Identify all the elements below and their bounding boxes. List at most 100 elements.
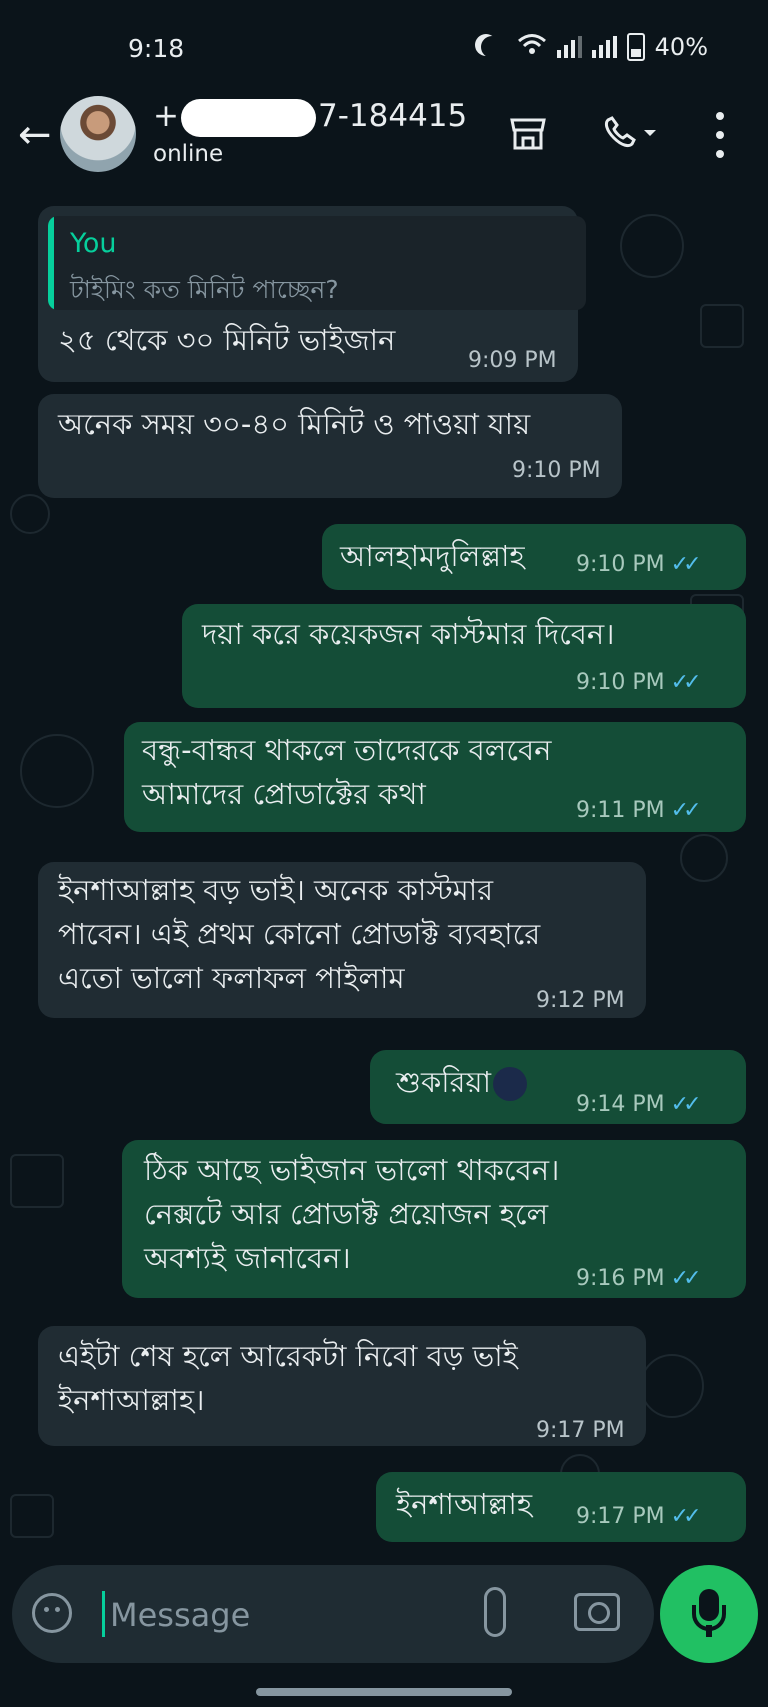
contact-name-prefix: + — [153, 98, 179, 134]
chat-header: ← +7-184415 online — [0, 96, 768, 194]
message-time: 9:10 PM — [512, 458, 601, 483]
message-text: বন্ধু-বান্ধব থাকলে তাদেরকে বলবেন আমাদের প… — [142, 728, 551, 816]
message-line: অনেক সময় ৩০-৪০ মিনিট ও পাওয়া যায় — [58, 407, 531, 441]
sticker-icon[interactable] — [32, 1593, 72, 1633]
message-text: এইটা শেষ হলে আরেকটা নিবো বড় ভাই ইনশাআল্ল… — [58, 1334, 518, 1422]
message-line: ইনশাআল্লাহ। — [58, 1383, 205, 1417]
message-line: আমাদের প্রোডাক্টের কথা — [142, 777, 426, 811]
read-receipt-icon: ✓✓ — [670, 1092, 702, 1117]
message-line: ইনশাআল্লাহ — [396, 1487, 533, 1521]
background-doodle — [10, 1154, 64, 1208]
read-receipt-icon: ✓✓ — [670, 670, 702, 695]
do-not-disturb-icon — [481, 36, 503, 58]
background-doodle — [700, 304, 744, 348]
chat-area[interactable]: You টাইমিং কত মিনিট পাচ্ছেন? ২৫ থেকে ৩০ মি… — [0, 194, 768, 1564]
background-doodle — [10, 1494, 54, 1538]
message-line: নেক্সটে আর প্রোডাক্ট প্রয়োজন হলে — [144, 1197, 549, 1231]
status-bar: 9:18 40% — [0, 0, 768, 96]
message-line: এইটা শেষ হলে আরেকটা নিবো বড় ভাই — [58, 1339, 518, 1373]
message-line-wrap: শুকরিয়া — [396, 1060, 527, 1104]
message-text: আলহামদুলিল্লাহ — [340, 534, 525, 578]
message-line: এতো ভালো ফলাফল পাইলাম — [58, 961, 405, 995]
outgoing-message[interactable]: শুকরিয়া 9:14 PM ✓✓ — [370, 1050, 746, 1124]
background-doodle — [20, 734, 94, 808]
read-receipt-icon: ✓✓ — [670, 1504, 702, 1529]
message-meta: 9:10 PM ✓✓ — [576, 670, 702, 695]
home-indicator[interactable] — [256, 1688, 512, 1696]
message-time: 9:10 PM — [576, 670, 665, 695]
contact-name[interactable]: +7-184415 — [153, 98, 467, 137]
message-text: অনেক সময় ৩০-৪০ মিনিট ও পাওয়া যায় — [58, 402, 530, 446]
message-meta: 9:17 PM — [536, 1418, 625, 1443]
background-doodle — [640, 1354, 704, 1418]
message-text: ২৫ থেকে ৩০ মিনিট ভাইজান — [58, 318, 395, 362]
shop-icon[interactable] — [508, 114, 548, 154]
outgoing-message[interactable]: আলহামদুলিল্লাহ 9:10 PM ✓✓ — [322, 524, 746, 590]
message-line: বন্ধু-বান্ধব থাকলে তাদেরকে বলবেন — [142, 733, 552, 767]
message-meta: 9:10 PM ✓✓ — [576, 552, 702, 577]
quoted-text: টাইমিং কত মিনিট পাচ্ছেন? — [70, 275, 339, 304]
message-text: ইনশাআল্লাহ বড় ভাই। অনেক কাস্টমার পাবেন। … — [58, 868, 540, 1000]
battery-percent: 40% — [654, 33, 708, 61]
contact-status: online — [153, 141, 224, 167]
read-receipt-icon: ✓✓ — [670, 798, 702, 823]
message-time: 9:11 PM — [576, 798, 665, 823]
avatar[interactable] — [60, 96, 136, 172]
arrow-left-icon[interactable]: ← — [18, 112, 52, 158]
message-text: ঠিক আছে ভাইজান ভালো থাকবেন। নেক্সটে আর প্… — [144, 1148, 559, 1280]
background-doodle — [10, 494, 50, 534]
message-line: আলহামদুলিল্লাহ — [340, 539, 525, 573]
message-meta: 9:17 PM ✓✓ — [576, 1504, 702, 1529]
message-time: 9:12 PM — [536, 988, 625, 1013]
message-input[interactable] — [108, 1587, 452, 1643]
incoming-message[interactable]: অনেক সময় ৩০-৪০ মিনিট ও পাওয়া যায় 9:10 … — [38, 394, 622, 498]
outgoing-message[interactable]: ঠিক আছে ভাইজান ভালো থাকবেন। নেক্সটে আর প্… — [122, 1140, 746, 1298]
background-doodle — [620, 214, 684, 278]
incoming-message[interactable]: এইটা শেষ হলে আরেকটা নিবো বড় ভাই ইনশাআল্ল… — [38, 1326, 646, 1446]
background-doodle — [680, 834, 728, 882]
message-line: ইনশাআল্লাহ বড় ভাই। অনেক কাস্টমার — [58, 873, 494, 907]
call-icon[interactable] — [600, 114, 660, 154]
message-line: ঠিক আছে ভাইজান ভালো থাকবেন। — [144, 1153, 560, 1187]
message-time: 9:16 PM — [576, 1266, 665, 1291]
text-caret — [102, 1591, 105, 1637]
outgoing-message[interactable]: বন্ধু-বান্ধব থাকলে তাদেরকে বলবেন আমাদের প… — [124, 722, 746, 832]
battery-icon — [626, 33, 645, 61]
quoted-author: You — [70, 228, 117, 259]
message-line: অবশ্যই জানাবেন। — [144, 1241, 351, 1275]
quoted-message[interactable]: You টাইমিং কত মিনিট পাচ্ছেন? — [48, 216, 586, 310]
message-line: পাবেন। এই প্রথম কোনো প্রোডাক্ট ব্যবহারে — [58, 917, 541, 951]
incoming-message[interactable]: ইনশাআল্লাহ বড় ভাই। অনেক কাস্টমার পাবেন। … — [38, 862, 646, 1018]
message-text: ইনশাআল্লাহ — [396, 1482, 532, 1526]
outgoing-message[interactable]: ইনশাআল্লাহ 9:17 PM ✓✓ — [376, 1472, 746, 1542]
message-meta: 9:14 PM ✓✓ — [576, 1092, 702, 1117]
message-composer — [12, 1565, 654, 1663]
camera-icon[interactable] — [574, 1593, 620, 1631]
mic-button[interactable] — [660, 1565, 758, 1663]
incoming-message[interactable]: You টাইমিং কত মিনিট পাচ্ছেন? ২৫ থেকে ৩০ মি… — [38, 206, 586, 382]
message-time: 9:14 PM — [576, 1092, 665, 1117]
message-time: 9:10 PM — [576, 552, 665, 577]
message-time: 9:09 PM — [468, 348, 557, 373]
message-time: 9:17 PM — [536, 1418, 625, 1443]
paperclip-icon[interactable] — [484, 1587, 506, 1637]
message-line: শুকরিয়া — [396, 1065, 491, 1099]
status-icons: 40% — [473, 32, 708, 62]
message-text: দয়া করে কয়েকজন কাস্টমার দিবেন। — [202, 612, 615, 656]
message-text: শুকরিয়া — [396, 1060, 527, 1104]
message-meta: 9:10 PM — [512, 458, 601, 483]
redaction-mask — [180, 98, 316, 137]
read-receipt-icon: ✓✓ — [670, 1266, 702, 1291]
mic-icon-stem — [706, 1625, 712, 1637]
contact-name-suffix: 7-184415 — [317, 98, 468, 134]
message-line: দয়া করে কয়েকজন কাস্টমার দিবেন। — [202, 617, 615, 651]
signal-1-icon — [556, 36, 582, 58]
status-time: 9:18 — [128, 34, 185, 63]
wifi-icon — [517, 32, 547, 62]
message-meta: 9:12 PM — [536, 988, 625, 1013]
message-line: ২৫ থেকে ৩০ মিনিট ভাইজান — [58, 323, 396, 357]
outgoing-message[interactable]: দয়া করে কয়েকজন কাস্টমার দিবেন। 9:10 PM ✓… — [182, 604, 746, 708]
more-vertical-icon[interactable] — [712, 112, 728, 158]
message-meta: 9:11 PM ✓✓ — [576, 798, 702, 823]
blue-heart-icon — [493, 1067, 527, 1101]
